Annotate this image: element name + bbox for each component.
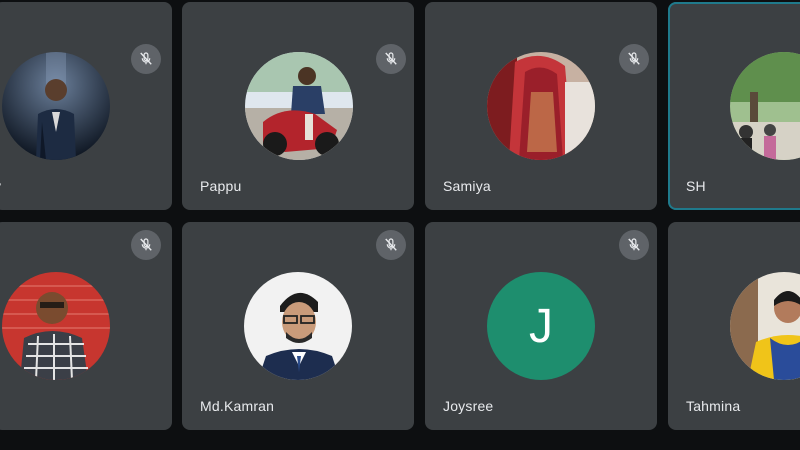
letter-avatar: J xyxy=(487,272,595,380)
mic-off-icon xyxy=(619,230,649,260)
participant-avatar xyxy=(487,52,595,160)
mic-off-icon xyxy=(376,44,406,74)
participant-tile[interactable]: Tahmina xyxy=(668,222,800,430)
participant-tile[interactable]: Pappu xyxy=(182,2,414,210)
participant-grid: y Pappu xyxy=(0,0,800,450)
participant-name: Tahmina xyxy=(686,398,741,414)
avatar-initial: J xyxy=(529,299,553,353)
participant-avatar xyxy=(730,52,800,160)
participant-name: Joysree xyxy=(443,398,494,414)
participant-name: Md.Kamran xyxy=(200,398,275,414)
mic-off-icon xyxy=(131,44,161,74)
participant-tile[interactable] xyxy=(0,222,172,430)
participant-tile[interactable]: Samiya xyxy=(425,2,657,210)
mic-off-icon xyxy=(619,44,649,74)
participant-name: Pappu xyxy=(200,178,242,194)
participant-tile[interactable]: J Joysree xyxy=(425,222,657,430)
participant-avatar xyxy=(244,272,352,380)
participant-avatar xyxy=(245,52,353,160)
participant-avatar xyxy=(730,272,800,380)
participant-tile-active-speaker[interactable]: SH xyxy=(668,2,800,210)
participant-avatar xyxy=(2,272,110,380)
participant-name: SH xyxy=(686,178,706,194)
participant-avatar xyxy=(2,52,110,160)
participant-tile[interactable]: y xyxy=(0,2,172,210)
mic-off-icon xyxy=(131,230,161,260)
participant-tile[interactable]: Md.Kamran xyxy=(182,222,414,430)
participant-name: Samiya xyxy=(443,178,491,194)
participant-name: y xyxy=(0,178,1,194)
mic-off-icon xyxy=(376,230,406,260)
